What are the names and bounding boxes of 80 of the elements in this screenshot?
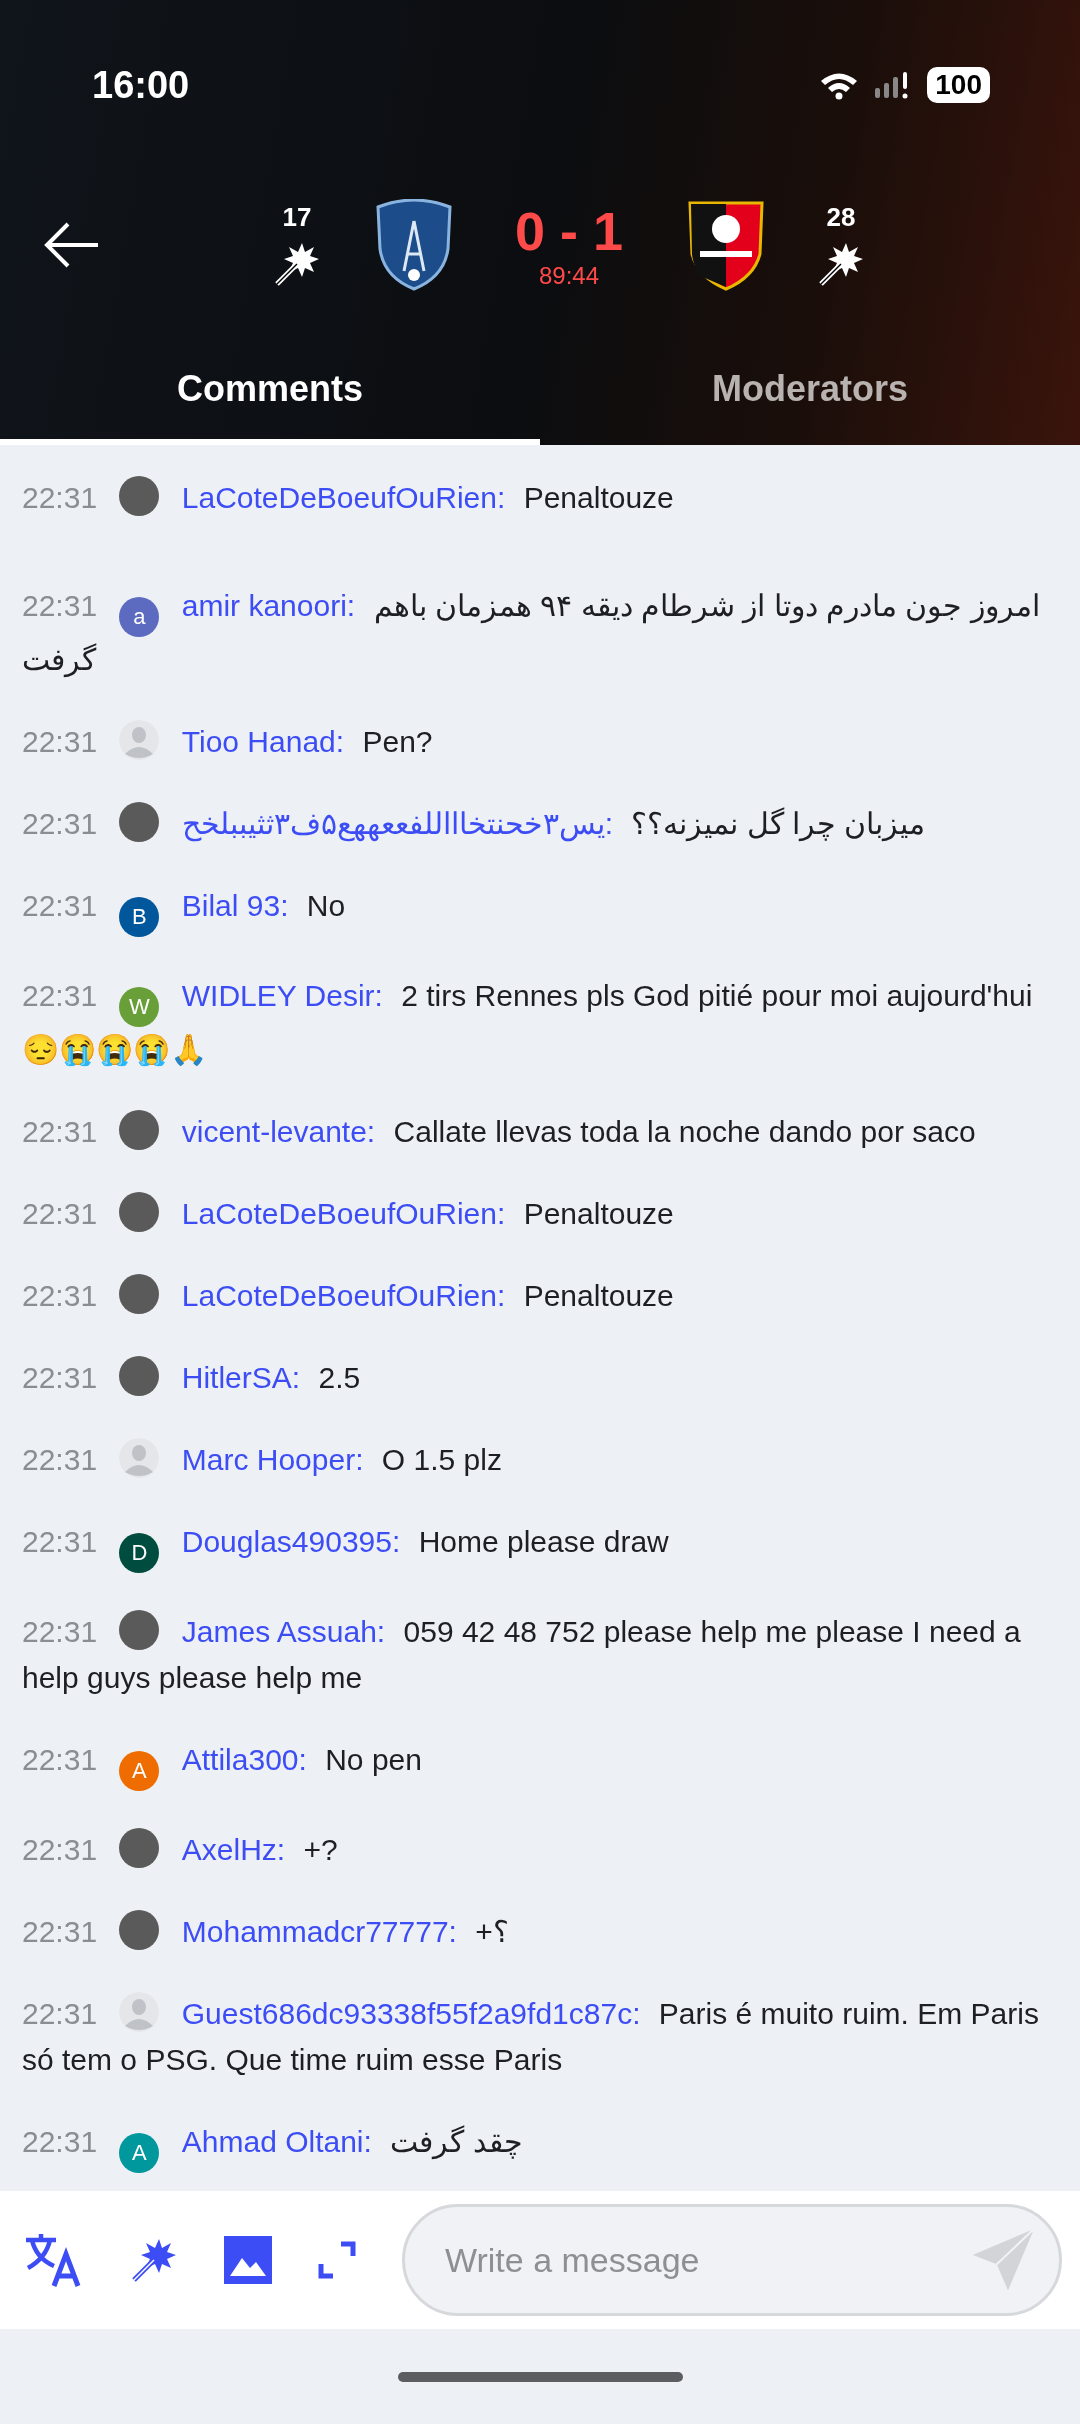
comment-time: 22:31 <box>22 1197 98 1230</box>
username-link[interactable]: Attila300: <box>181 1743 307 1776</box>
comment-text: 22:31 Guest686dc93338f55f2a9fd1c87c: Paris é muito ruim. Em Paris só tem o PSG. Que time ruim esse Paris <box>22 1973 1056 2101</box>
away-count: 28 <box>826 201 856 233</box>
comment-time: 22:31 <box>22 1833 98 1866</box>
comment-time: 22:31 <box>22 589 98 622</box>
comment-text: 22:31 D Douglas490395: Home please draw <box>22 1501 1056 1591</box>
comment-text: 22:31 AxelHz: +? <box>22 1809 1056 1891</box>
username-link[interactable]: LaCoteDeBoeufOuRien: <box>181 1279 506 1312</box>
comment-time: 22:31 <box>22 1279 98 1312</box>
avatar-circle: A <box>119 1751 160 1791</box>
avatar-circle: a <box>119 597 160 637</box>
comment-text: 22:31 Tioo Hanad: Pen? <box>22 701 1056 783</box>
photo-placeholder <box>119 1828 160 1868</box>
comment-text: 22:31 A Attila300: No pen <box>22 1719 1056 1809</box>
tab[interactable]: Comments <box>0 320 540 445</box>
photo-placeholder <box>119 1356 160 1396</box>
comment-time: 22:31 <box>22 1997 98 2030</box>
username-link[interactable]: یس۳خحنتخاااللفععههع۵ف۳ثثیببلخح: <box>181 807 614 840</box>
username-link[interactable]: James Assuah: <box>181 1615 386 1648</box>
comment-time: 22:31 <box>22 1743 98 1776</box>
match-clock: 89:44 <box>538 262 600 290</box>
photo-placeholder <box>119 1910 160 1950</box>
username-link[interactable]: HitlerSA: <box>181 1361 301 1394</box>
comment-time: 22:31 <box>22 2125 98 2158</box>
avatar-circle: D <box>119 1533 160 1573</box>
username-link[interactable]: LaCoteDeBoeufOuRien: <box>181 481 506 514</box>
comment-text: 22:31 Marc Hooper: O 1.5 plz <box>22 1419 1056 1501</box>
comment-time: 22:31 <box>22 1525 98 1558</box>
match-score: 0 - 1 <box>514 200 624 262</box>
comment-time: 22:31 <box>22 807 98 840</box>
home-count: 17 <box>282 201 312 233</box>
user-silhouette-icon <box>119 1438 160 1478</box>
comment-time: 22:31 <box>22 889 98 922</box>
photo-placeholder <box>119 1610 160 1650</box>
photo-placeholder <box>119 1192 160 1232</box>
username-link[interactable]: amir kanoori: <box>181 589 356 622</box>
username-link[interactable]: LaCoteDeBoeufOuRien: <box>181 1197 506 1230</box>
comment-text: 22:31 vicent-levante: Callate llevas toda la noche dando por saco <box>22 1091 1056 1173</box>
avatar-circle: W <box>119 987 160 1027</box>
username-link[interactable]: Marc Hooper: <box>181 1443 364 1476</box>
username-link[interactable]: Guest686dc93338f55f2a9fd1c87c: <box>181 1997 641 2030</box>
username-link[interactable]: vicent-levante: <box>181 1115 376 1148</box>
username-link[interactable]: WIDLEY Desir: <box>181 979 383 1012</box>
username-link[interactable]: Mohammadcr77777: <box>181 1915 457 1948</box>
username-link[interactable]: Douglas490395: <box>181 1525 401 1558</box>
comment-text: 22:31 W WIDLEY Desir: 2 tirs Rennes pls God pitié pour moi aujourd'hui 😔😭😭😭🙏 <box>22 978 1034 1068</box>
comment-time: 22:31 <box>22 725 98 758</box>
comment-time: 22:31 <box>22 1615 98 1648</box>
comment-text: 22:31 HitlerSA: 2.5 <box>22 1337 1056 1419</box>
user-silhouette-icon <box>119 1992 160 2032</box>
user-silhouette-icon <box>119 720 160 760</box>
comment-time: 22:31 <box>22 1443 98 1476</box>
comment-text: 22:31 B Bilal 93: No <box>22 865 1056 955</box>
username-link[interactable]: AxelHz: <box>181 1833 286 1866</box>
message-input-field[interactable]: Write a message <box>402 2204 1062 2317</box>
comment-time: 22:31 <box>22 1915 98 1948</box>
comment-text: 22:31 LaCoteDeBoeufOuRien: Penaltouze <box>22 1255 1056 1337</box>
battery-indicator: 100 <box>927 67 990 103</box>
photo-placeholder <box>119 802 160 842</box>
comment-time: 22:31 <box>22 1361 98 1394</box>
photo-placeholder <box>119 1110 160 1150</box>
username-link[interactable]: Ahmad Oltani: <box>181 2125 372 2158</box>
comment-time: 22:31 <box>22 979 98 1012</box>
avatar-circle: A <box>119 2133 160 2173</box>
comment-text: 22:31 LaCoteDeBoeufOuRien: Penaltouze <box>22 457 1056 565</box>
photo-placeholder <box>119 476 160 516</box>
tab[interactable]: Moderators <box>540 320 1080 445</box>
comment-text: 22:31 James Assuah: 059 42 48 752 please help me please I need a help guys please help me <box>22 1591 1056 1719</box>
image-icon[interactable] <box>224 2236 272 2285</box>
expand-icon[interactable] <box>317 2240 357 2281</box>
comment-text: 22:31 LaCoteDeBoeufOuRien: Penaltouze <box>22 1173 1056 1255</box>
comment-time: 22:31 <box>22 481 98 514</box>
comment-text: 22:31 Mohammadcr77777: +؟ <box>22 1891 1056 1973</box>
username-link[interactable]: Tioo Hanad: <box>181 725 345 758</box>
comment-time: 22:31 <box>22 1115 98 1148</box>
username-link[interactable]: Bilal 93: <box>181 889 289 922</box>
avatar-circle: B <box>119 897 160 937</box>
status-time: 16:00 <box>92 63 190 107</box>
photo-placeholder <box>119 1274 160 1314</box>
